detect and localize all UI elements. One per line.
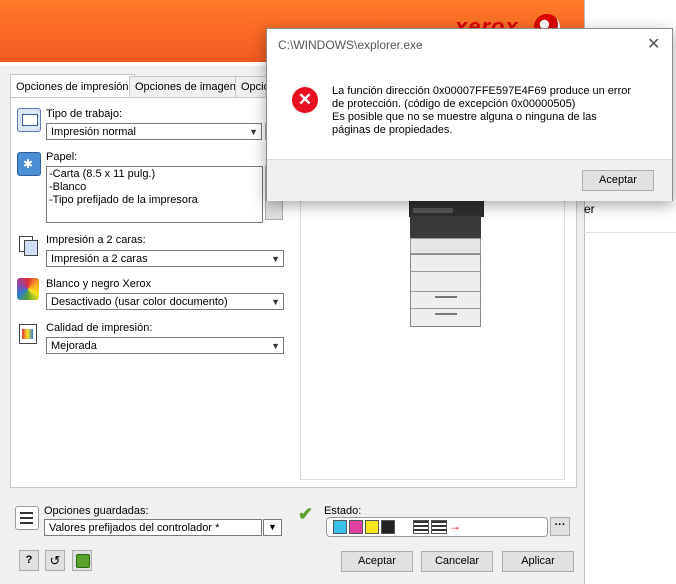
output-arrow-icon: → bbox=[449, 519, 461, 533]
green-status-icon bbox=[76, 554, 90, 568]
cancel-button[interactable]: Cancelar bbox=[421, 551, 493, 572]
quality-select[interactable]: Mejorada ▼ bbox=[46, 337, 284, 354]
paper-line: -Blanco bbox=[49, 181, 87, 193]
error-message-line: de protección. (código de excepción 0x00… bbox=[332, 98, 576, 110]
error-message-line: Es posible que no se muestre alguna o ni… bbox=[332, 111, 597, 123]
saved-settings-icon bbox=[15, 506, 39, 530]
printer-image bbox=[409, 199, 484, 327]
error-ok-button[interactable]: Aceptar bbox=[582, 170, 654, 191]
duplex-select[interactable]: Impresión a 2 caras ▼ bbox=[46, 250, 284, 267]
help-button[interactable]: ? bbox=[19, 550, 39, 571]
error-message-line: páginas de propiedades. bbox=[332, 124, 453, 136]
job-type-select[interactable]: Impresión normal ▼ bbox=[46, 123, 262, 140]
chevron-down-icon: ▼ bbox=[271, 297, 280, 307]
tray-icon bbox=[413, 520, 429, 534]
chevron-down-icon: ▼ bbox=[271, 341, 280, 351]
duplex-value: Impresión a 2 caras bbox=[51, 253, 148, 265]
paper-summary-list[interactable]: -Carta (8.5 x 11 pulg.) -Blanco -Tipo pr… bbox=[46, 166, 263, 223]
paper-label: Papel: bbox=[46, 151, 78, 163]
paper-line: -Tipo prefijado de la impresora bbox=[49, 194, 198, 206]
chevron-down-icon: ▼ bbox=[271, 254, 280, 264]
bw-value: Desactivado (usar color documento) bbox=[51, 296, 228, 308]
saved-options-label: Opciones guardadas: bbox=[44, 505, 149, 517]
quality-label: Calidad de impresión: bbox=[46, 322, 153, 334]
status-bar[interactable]: → bbox=[326, 517, 548, 537]
yellow-toner-icon bbox=[365, 520, 379, 534]
error-dialog: C:\WINDOWS\explorer.exe ✕ ✕ La función d… bbox=[266, 28, 673, 201]
printer-status-button[interactable] bbox=[72, 550, 92, 571]
saved-options-value: Valores prefijados del controlador * bbox=[49, 522, 220, 534]
job-type-icon bbox=[17, 108, 41, 132]
chevron-down-icon: ▼ bbox=[268, 522, 277, 532]
print-quality-icon bbox=[17, 322, 39, 344]
quality-value: Mejorada bbox=[51, 340, 97, 352]
tab-print-options[interactable]: Opciones de impresión bbox=[10, 74, 135, 98]
reset-icon: ↺ bbox=[49, 553, 61, 568]
bw-label: Blanco y negro Xerox bbox=[46, 278, 152, 290]
close-icon[interactable]: ✕ bbox=[647, 34, 660, 54]
paper-line: -Carta (8.5 x 11 pulg.) bbox=[49, 168, 156, 180]
printer-preview-area bbox=[300, 198, 565, 480]
magenta-toner-icon bbox=[349, 520, 363, 534]
status-details-button[interactable]: ··· bbox=[550, 517, 570, 536]
saved-options-dropdown-button[interactable]: ▼ bbox=[263, 519, 282, 536]
chevron-down-icon: ▼ bbox=[249, 127, 258, 137]
bw-select[interactable]: Desactivado (usar color documento) ▼ bbox=[46, 293, 284, 310]
background-divider bbox=[584, 232, 676, 233]
job-type-value: Impresión normal bbox=[51, 126, 136, 138]
checkmark-icon: ✔ bbox=[298, 504, 314, 524]
black-toner-icon bbox=[381, 520, 395, 534]
error-message-line: La función dirección 0x00007FFE597E4F69 … bbox=[332, 85, 632, 97]
apply-button[interactable]: Aplicar bbox=[502, 551, 574, 572]
status-label: Estado: bbox=[324, 505, 362, 517]
job-type-label: Tipo de trabajo: bbox=[46, 108, 123, 120]
duplex-icon bbox=[17, 233, 39, 256]
error-icon: ✕ bbox=[292, 87, 318, 113]
ok-button[interactable]: Aceptar bbox=[341, 551, 413, 572]
tray-icon bbox=[431, 520, 447, 534]
saved-options-select[interactable]: Valores prefijados del controlador * bbox=[44, 519, 262, 536]
paper-icon: ✱ bbox=[17, 152, 41, 176]
cyan-toner-icon bbox=[333, 520, 347, 534]
background-window-text: er bbox=[584, 202, 595, 216]
duplex-label: Impresión a 2 caras: bbox=[46, 234, 146, 246]
error-dialog-footer: Aceptar bbox=[267, 159, 672, 201]
error-dialog-title: C:\WINDOWS\explorer.exe bbox=[278, 38, 423, 52]
reset-button[interactable]: ↺ bbox=[45, 550, 65, 571]
color-mode-icon bbox=[17, 278, 39, 300]
tab-image-options[interactable]: Opciones de imagen bbox=[129, 76, 245, 98]
